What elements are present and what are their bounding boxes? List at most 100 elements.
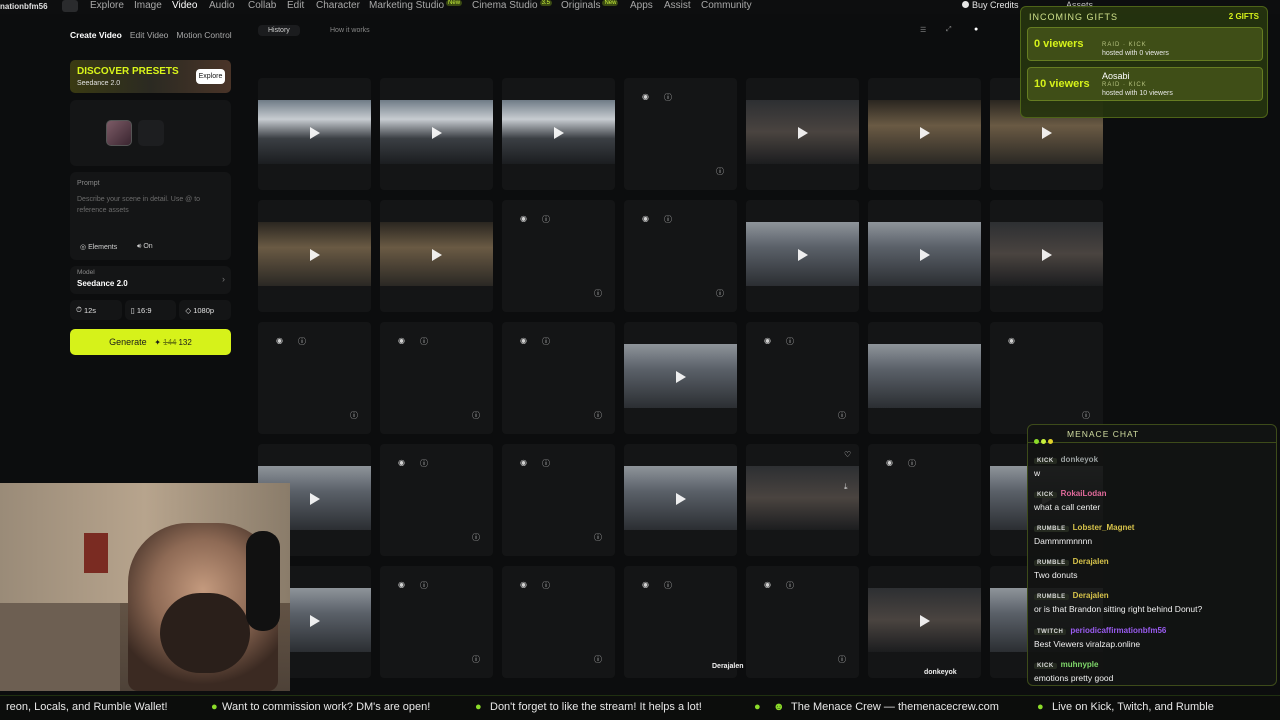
nav-community[interactable]: Community	[701, 0, 752, 11]
info-icon[interactable]: ⓘ	[664, 580, 672, 591]
generation-card[interactable]: ◉ ⓘ ⓘ	[502, 200, 615, 312]
video-thumbnail[interactable]	[746, 466, 859, 530]
hidden-icon[interactable]: ◉	[642, 92, 649, 101]
hidden-icon[interactable]: ◉	[764, 580, 771, 589]
hidden-icon[interactable]: ◉	[398, 580, 405, 589]
info-icon[interactable]: ⓘ	[420, 336, 428, 347]
hidden-icon[interactable]: ◉	[520, 580, 527, 589]
generation-card[interactable]: ◉ ⓘ ⓘ	[624, 78, 737, 190]
buy-credits-button[interactable]: Buy Credits	[962, 0, 1019, 10]
chat-username[interactable]: periodicaffirmationbfm56	[1070, 626, 1166, 635]
filter-icon[interactable]: ☰	[920, 26, 926, 34]
generate-button[interactable]: Generate ✦ 144 132	[70, 329, 231, 355]
prompt-input[interactable]: Describe your scene in detail. Use @ to …	[77, 194, 217, 216]
play-icon[interactable]	[920, 249, 930, 261]
generation-card[interactable]: ◉ ⓘ ⓘ	[502, 566, 615, 678]
prompt-box[interactable]: Prompt Describe your scene in detail. Us…	[70, 172, 231, 260]
info-icon[interactable]: ⓘ	[786, 336, 794, 347]
generation-card[interactable]: ◉ ⓘ	[624, 566, 737, 678]
info-icon[interactable]: ⓘ	[594, 288, 602, 299]
tab-edit-video[interactable]: Edit Video	[130, 30, 169, 40]
hidden-icon[interactable]: ◉	[642, 214, 649, 223]
generation-card[interactable]	[868, 78, 981, 190]
nav-marketing-studio[interactable]: Marketing Studio New	[369, 0, 463, 11]
info-icon[interactable]: ⓘ	[908, 458, 916, 469]
play-icon[interactable]	[310, 493, 320, 505]
play-icon[interactable]	[798, 127, 808, 139]
hidden-icon[interactable]: ◉	[886, 458, 893, 467]
play-icon[interactable]	[676, 371, 686, 383]
info-icon[interactable]: ⓘ	[472, 654, 480, 665]
expand-icon[interactable]: ⤢	[946, 26, 952, 34]
play-icon[interactable]	[310, 615, 320, 627]
generation-card[interactable]	[868, 322, 981, 434]
chat-username[interactable]: Lobster_Magnet	[1073, 523, 1135, 532]
play-icon[interactable]	[798, 249, 808, 261]
play-icon[interactable]	[310, 127, 320, 139]
info-icon[interactable]: ⓘ	[420, 580, 428, 591]
hidden-icon[interactable]: ◉	[520, 336, 527, 345]
nav-video[interactable]: Video	[172, 0, 197, 11]
nav-cinema-studio[interactable]: Cinema Studio 3.5	[472, 0, 552, 11]
view-toggle-icon[interactable]: ●	[974, 26, 978, 33]
info-icon[interactable]: ⓘ	[594, 410, 602, 421]
reference-thumbnail[interactable]	[106, 120, 132, 146]
info-icon[interactable]: ⓘ	[838, 410, 846, 421]
presets-banner[interactable]: DISCOVER PRESETS Seedance 2.0 Explore	[70, 60, 231, 93]
generation-card[interactable]: ◉ ⓘ ⓘ	[380, 444, 493, 556]
video-thumbnail[interactable]	[868, 344, 981, 408]
chat-username[interactable]: RokaiLodan	[1061, 489, 1107, 498]
download-icon[interactable]: ⤓	[844, 482, 848, 492]
generation-card[interactable]	[746, 78, 859, 190]
generation-card[interactable]: ◉ ⓘ ⓘ	[380, 566, 493, 678]
chat-username[interactable]: donkeyok	[1061, 455, 1098, 464]
nav-apps[interactable]: Apps	[630, 0, 653, 11]
info-icon[interactable]: ⓘ	[298, 336, 306, 347]
nav-image[interactable]: Image	[134, 0, 162, 11]
history-tab[interactable]: History	[258, 25, 300, 36]
chat-username[interactable]: Derajalen	[1073, 591, 1109, 600]
ratio-option[interactable]: ▯ 16:9	[124, 300, 177, 320]
hidden-icon[interactable]: ◉	[276, 336, 283, 345]
play-icon[interactable]	[920, 127, 930, 139]
how-it-works-link[interactable]: How it works	[330, 27, 370, 34]
generation-card[interactable]	[258, 78, 371, 190]
play-icon[interactable]	[432, 127, 442, 139]
info-icon[interactable]: ⓘ	[542, 214, 550, 225]
generation-card[interactable]	[868, 566, 981, 678]
chat-username[interactable]: Derajalen	[1073, 557, 1109, 566]
tab-create-video[interactable]: Create Video	[70, 30, 122, 40]
app-logo[interactable]	[62, 0, 78, 12]
info-icon[interactable]: ⓘ	[472, 410, 480, 421]
nav-audio[interactable]: Audio	[209, 0, 235, 11]
info-icon[interactable]: ⓘ	[716, 166, 724, 177]
info-icon[interactable]: ⓘ	[542, 336, 550, 347]
chat-username[interactable]: muhnyple	[1061, 660, 1099, 669]
heart-icon[interactable]: ♡	[844, 450, 851, 459]
nav-assist[interactable]: Assist	[664, 0, 691, 11]
hidden-icon[interactable]: ◉	[398, 458, 405, 467]
play-icon[interactable]	[432, 249, 442, 261]
info-icon[interactable]: ⓘ	[1082, 410, 1090, 421]
nav-explore[interactable]: Explore	[90, 0, 124, 11]
play-icon[interactable]	[1042, 127, 1052, 139]
info-icon[interactable]: ⓘ	[350, 410, 358, 421]
nav-originals[interactable]: Originals New	[561, 0, 619, 11]
generation-card[interactable]: ◉ ⓘ ⓘ	[258, 322, 371, 434]
hidden-icon[interactable]: ◉	[642, 580, 649, 589]
info-icon[interactable]: ⓘ	[542, 458, 550, 469]
generation-card[interactable]	[868, 200, 981, 312]
explore-button[interactable]: Explore	[196, 69, 225, 84]
generation-card[interactable]: ◉ ⓘ ⓘ	[380, 322, 493, 434]
elements-toggle[interactable]: ◎ Elements	[80, 243, 117, 251]
generation-card[interactable]	[624, 444, 737, 556]
generation-card[interactable]: ◉ ⓘ	[868, 444, 981, 556]
generation-card[interactable]	[502, 78, 615, 190]
info-icon[interactable]: ⓘ	[594, 532, 602, 543]
model-selector[interactable]: Model Seedance 2.0 ›	[70, 266, 231, 294]
generation-card[interactable]	[624, 322, 737, 434]
generation-card[interactable]	[990, 200, 1103, 312]
hidden-icon[interactable]: ◉	[520, 458, 527, 467]
hidden-icon[interactable]: ◉	[764, 336, 771, 345]
info-icon[interactable]: ⓘ	[664, 214, 672, 225]
